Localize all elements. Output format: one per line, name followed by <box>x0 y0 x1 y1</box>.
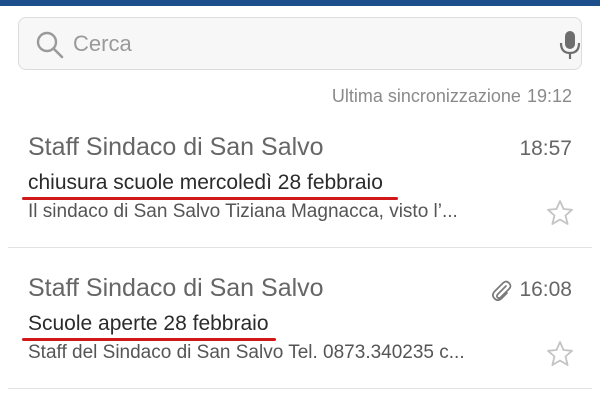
message-subject: chiusura scuole mercoledì 28 febbraio <box>28 171 383 194</box>
message-preview: Il sindaco di San Salvo Tiziana Magnacca… <box>28 201 458 222</box>
star-icon[interactable] <box>546 199 574 227</box>
list-divider <box>8 247 592 248</box>
message-sender: Staff Sindaco di San Salvo <box>28 274 324 302</box>
red-underline-annotation <box>22 197 398 200</box>
search-input[interactable] <box>73 27 513 61</box>
message-time: 16:08 <box>519 278 572 301</box>
search-bar[interactable] <box>18 17 582 70</box>
list-divider <box>8 388 592 389</box>
sync-label: Ultima sincronizzazione <box>331 86 521 106</box>
message-sender: Staff Sindaco di San Salvo <box>28 133 324 161</box>
message-list-item[interactable]: Staff Sindaco di San Salvo 18:57 chiusur… <box>0 123 600 233</box>
search-icon <box>36 31 64 59</box>
message-preview: Staff del Sindaco di San Salvo Tel. 0873… <box>28 342 465 363</box>
red-underline-annotation <box>22 338 276 341</box>
star-icon[interactable] <box>546 340 574 368</box>
microphone-icon[interactable] <box>557 30 583 60</box>
attachment-icon <box>492 280 512 301</box>
message-subject: Scuole aperte 28 febbraio <box>28 312 269 335</box>
sync-time: 19:12 <box>526 86 572 106</box>
message-time: 18:57 <box>519 137 572 160</box>
app-top-bar <box>0 0 600 6</box>
message-list-item[interactable]: Staff Sindaco di San Salvo 16:08 Scuole … <box>0 264 600 374</box>
sync-status: Ultima sincronizzazione 19:12 <box>332 86 572 107</box>
